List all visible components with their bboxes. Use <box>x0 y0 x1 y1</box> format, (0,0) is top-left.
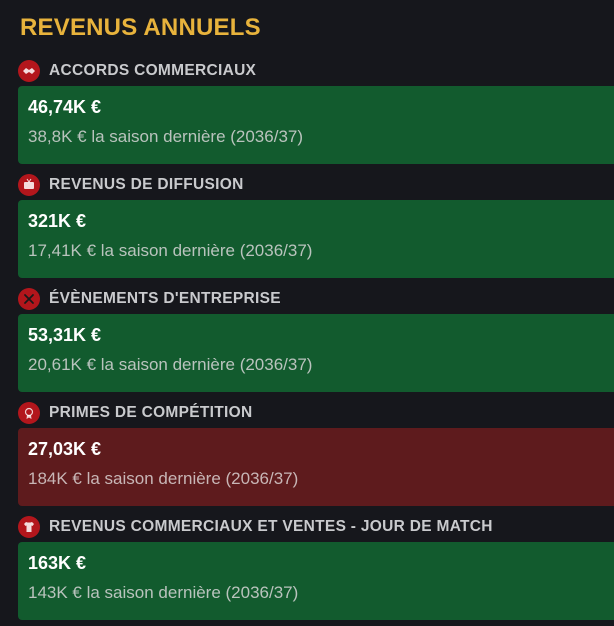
revenue-card[interactable]: 163K € 143K € la saison dernière (2036/3… <box>18 542 614 620</box>
revenue-card[interactable]: 46,74K € 38,8K € la saison dernière (203… <box>18 86 614 164</box>
revenue-value: 163K € <box>28 553 87 573</box>
revenue-section-broadcast: REVENUS DE DIFFUSION 321K € 17,41K € la … <box>18 170 614 284</box>
previous-season-value: 143K € la saison dernière (2036/37) <box>28 583 299 602</box>
previous-season-value: 17,41K € la saison dernière (2036/37) <box>28 241 313 260</box>
section-header: ACCORDS COMMERCIAUX <box>18 56 614 86</box>
previous-season-value: 20,61K € la saison dernière (2036/37) <box>28 355 313 374</box>
revenue-card[interactable]: 321K € 17,41K € la saison dernière (2036… <box>18 200 614 278</box>
section-label: REVENUS COMMERCIAUX ET VENTES - JOUR DE … <box>49 518 493 535</box>
section-header: PRIMES DE COMPÉTITION <box>18 398 614 428</box>
section-label: REVENUS DE DIFFUSION <box>49 176 244 193</box>
revenue-section-commercial-deals: ACCORDS COMMERCIAUX 46,74K € 38,8K € la … <box>18 56 614 170</box>
broadcast-icon <box>18 174 40 196</box>
annual-revenue-panel: REVENUS ANNUELS ACCORDS COMMERCIAUX 46,7… <box>0 0 614 626</box>
section-label: PRIMES DE COMPÉTITION <box>49 404 253 421</box>
section-header: REVENUS COMMERCIAUX ET VENTES - JOUR DE … <box>18 512 614 542</box>
handshake-icon <box>18 60 40 82</box>
previous-season-value: 38,8K € la saison dernière (2036/37) <box>28 127 304 146</box>
previous-season-value: 184K € la saison dernière (2036/37) <box>28 469 299 488</box>
revenue-value: 27,03K € <box>28 439 102 459</box>
revenue-section-matchday: REVENUS COMMERCIAUX ET VENTES - JOUR DE … <box>18 512 614 626</box>
revenue-value: 53,31K € <box>28 325 102 345</box>
section-label: ACCORDS COMMERCIAUX <box>49 62 257 79</box>
revenue-section-prize-money: PRIMES DE COMPÉTITION 27,03K € 184K € la… <box>18 398 614 512</box>
revenue-card[interactable]: 53,31K € 20,61K € la saison dernière (20… <box>18 314 614 392</box>
cutlery-icon <box>18 288 40 310</box>
shirt-icon <box>18 516 40 538</box>
panel-title: REVENUS ANNUELS <box>20 14 261 41</box>
section-header: ÉVÈNEMENTS D'ENTREPRISE <box>18 284 614 314</box>
medal-icon <box>18 402 40 424</box>
revenue-section-corporate-events: ÉVÈNEMENTS D'ENTREPRISE 53,31K € 20,61K … <box>18 284 614 398</box>
revenue-value: 321K € <box>28 211 87 231</box>
section-header: REVENUS DE DIFFUSION <box>18 170 614 200</box>
section-label: ÉVÈNEMENTS D'ENTREPRISE <box>49 290 281 307</box>
revenue-value: 46,74K € <box>28 97 102 117</box>
revenue-card[interactable]: 27,03K € 184K € la saison dernière (2036… <box>18 428 614 506</box>
